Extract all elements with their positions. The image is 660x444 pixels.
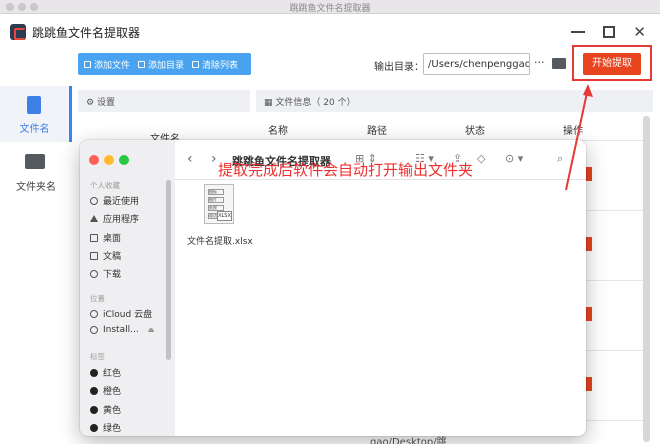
arrow-head [583,84,593,97]
annotation-arrow [565,84,593,191]
arrow-line [565,87,589,191]
